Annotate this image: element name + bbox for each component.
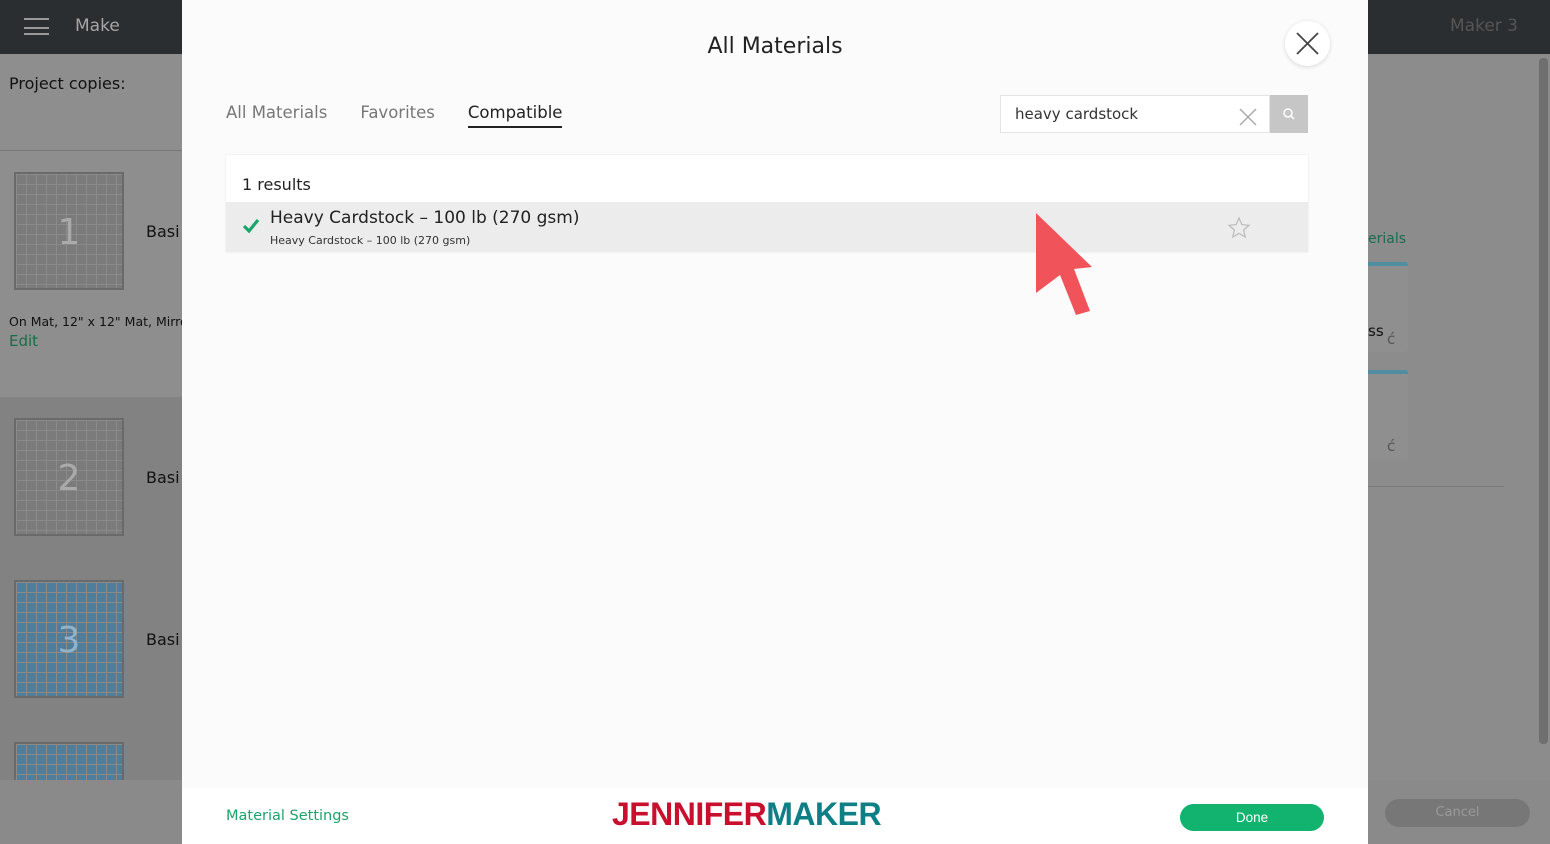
machine-selector[interactable]: Maker 3 — [1450, 16, 1518, 36]
material-name: Heavy Cardstock – 100 lb (270 gsm) — [270, 208, 580, 228]
close-icon — [1296, 32, 1319, 55]
results-count: 1 results — [242, 175, 311, 194]
material-settings-link[interactable]: Material Settings — [226, 808, 349, 824]
dialog-footer: Material Settings JENNIFERMAKER Done — [182, 788, 1368, 844]
search-input[interactable] — [1001, 96, 1226, 132]
divider — [0, 150, 182, 151]
project-copies-label: Project copies: — [9, 74, 126, 93]
jennifermaker-logo: JENNIFERMAKER — [612, 796, 882, 832]
material-subtitle: Heavy Cardstock – 100 lb (270 gsm) — [270, 234, 471, 247]
close-button[interactable] — [1285, 21, 1330, 66]
material-tabs: All Materials Favorites Compatible — [226, 103, 563, 128]
check-icon — [242, 218, 260, 233]
material-card-text: ss — [1368, 322, 1384, 340]
cancel-button[interactable]: Cancel — [1385, 799, 1530, 827]
tab-all-materials[interactable]: All Materials — [226, 103, 327, 128]
tab-compatible[interactable]: Compatible — [467, 103, 563, 128]
tab-favorites[interactable]: Favorites — [360, 103, 435, 128]
search-button[interactable] — [1270, 95, 1308, 133]
materials-link[interactable]: erials — [1368, 231, 1406, 247]
search-box — [1000, 95, 1270, 133]
edit-link[interactable]: Edit — [9, 332, 38, 350]
star-icon[interactable] — [1227, 216, 1251, 240]
mat-thumbnail[interactable] — [14, 742, 124, 782]
scrollbar[interactable] — [1539, 58, 1548, 744]
mat-label: Basi — [146, 630, 180, 649]
annotation-arrow-icon — [1036, 213, 1092, 315]
mat-label: Basi — [146, 222, 180, 241]
mat-settings-text: On Mat, 12" x 12" Mat, Mirror — [9, 314, 182, 329]
mat-number: 3 — [57, 620, 81, 661]
mat-thumbnail[interactable]: 1 — [14, 172, 124, 290]
search-icon — [1283, 108, 1295, 120]
clear-x-icon[interactable] — [1239, 108, 1257, 126]
cricut-c-icon: ć — [1387, 330, 1396, 348]
hamburger-icon[interactable] — [24, 18, 49, 35]
dialog-title: All Materials — [707, 34, 843, 59]
mat-label: Basi — [146, 468, 180, 487]
cricut-c-icon: ć — [1387, 437, 1396, 455]
divider — [1368, 486, 1504, 487]
mat-number: 2 — [57, 458, 81, 499]
all-materials-dialog: All Materials All Materials Favorites Co… — [182, 0, 1368, 844]
mat-thumbnail[interactable]: 3 — [14, 580, 124, 698]
section-title: Make — [75, 16, 120, 36]
mat-thumbnail[interactable]: 2 — [14, 418, 124, 536]
list-item[interactable]: Heavy Cardstock – 100 lb (270 gsm) Heavy… — [226, 202, 1308, 252]
mat-number: 1 — [57, 212, 81, 253]
results-list: 1 results Heavy Cardstock – 100 lb (270 … — [226, 155, 1308, 252]
done-button[interactable]: Done — [1180, 804, 1324, 831]
